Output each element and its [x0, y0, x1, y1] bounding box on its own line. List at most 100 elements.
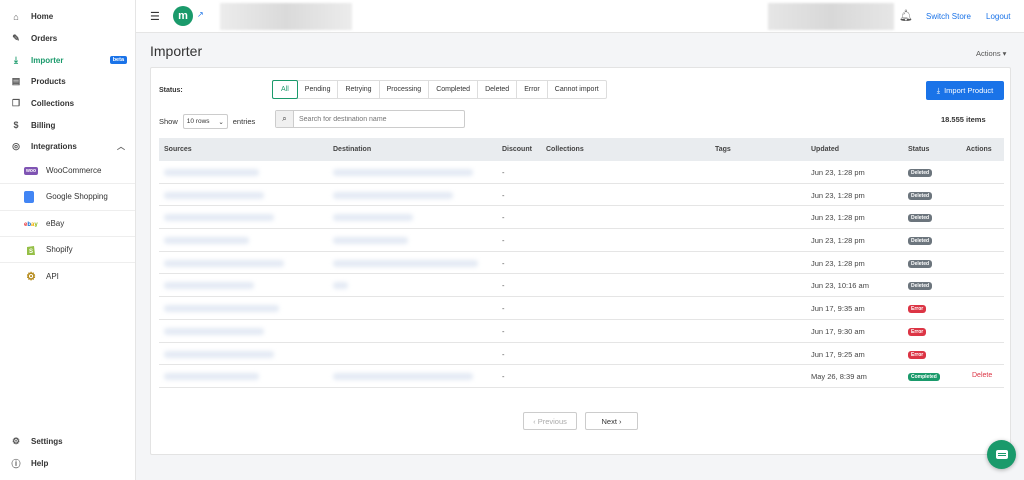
table-row[interactable]: - Jun 23, 1:28 pm Deleted [159, 206, 1004, 230]
col-tags[interactable]: Tags [715, 146, 731, 153]
updated-cell: Jun 23, 1:28 pm [811, 236, 865, 246]
sidebar-item-home[interactable]: ⌂ Home [0, 6, 135, 28]
brand-logo[interactable]: m [173, 6, 193, 26]
sidebar-item-orders[interactable]: ✎ Orders [0, 28, 135, 50]
filter-error[interactable]: Error [517, 81, 548, 98]
source-redacted [164, 350, 274, 358]
sidebar-item-google-shopping[interactable]: Google Shopping [0, 184, 135, 211]
updated-cell: Jun 17, 9:25 am [811, 349, 865, 359]
sidebar-item-shopify[interactable]: S Shopify [0, 237, 135, 264]
status-filter-group: All Pending Retrying Processing Complete… [272, 80, 607, 99]
products-icon: ▤ [11, 76, 21, 87]
table-row[interactable]: - Jun 17, 9:25 am Error [159, 343, 1004, 366]
shopify-logo-icon: S [24, 244, 38, 256]
search-box: ⌕ [275, 110, 465, 128]
rows-per-page-value: 10 rows [186, 118, 210, 125]
discount-cell: - [502, 372, 505, 382]
sidebar-item-settings[interactable]: ⚙ Settings [0, 431, 136, 453]
updated-cell: May 26, 8:39 am [811, 372, 867, 382]
status-badge: Error [908, 305, 927, 314]
source-redacted [164, 282, 254, 290]
sidebar-item-ebay[interactable]: ebay eBay [0, 211, 135, 237]
destination-redacted [333, 237, 408, 245]
discount-cell: - [502, 236, 505, 246]
import-product-button[interactable]: ⤓ Import Product [926, 81, 1004, 100]
col-status[interactable]: Status [908, 146, 929, 153]
table-row[interactable]: - Jun 23, 1:28 pm Deleted [159, 161, 1004, 184]
sidebar-item-label: Home [31, 12, 54, 22]
sidebar-item-importer[interactable]: ⤓ Importer beta [0, 49, 135, 71]
chevron-up-icon[interactable]: ︿ [117, 141, 125, 152]
show-label: Show [159, 117, 178, 126]
filter-processing[interactable]: Processing [380, 81, 430, 98]
bell-icon[interactable]: 🔔︎ [899, 9, 913, 22]
external-link-icon[interactable]: ↗ [197, 10, 204, 19]
col-discount[interactable]: Discount [502, 146, 532, 153]
table-header: Sources Destination Discount Collections… [159, 138, 1004, 161]
sidebar-item-label: Help [31, 459, 49, 469]
destination-redacted [333, 191, 453, 199]
sidebar-item-collections[interactable]: ❒ Collections [0, 93, 135, 115]
ebay-logo-icon: ebay [24, 217, 38, 229]
svg-text:ebay: ebay [24, 222, 38, 227]
chat-button[interactable] [987, 440, 1016, 469]
filter-completed[interactable]: Completed [429, 81, 479, 98]
table-row[interactable]: - Jun 17, 9:30 am Error [159, 320, 1004, 343]
col-collections[interactable]: Collections [546, 146, 584, 153]
source-redacted [164, 214, 274, 222]
discount-cell: - [502, 326, 505, 336]
destination-redacted [333, 169, 473, 176]
discount-cell: - [502, 258, 505, 268]
sidebar-item-label: Orders [31, 34, 58, 44]
previous-button[interactable]: ‹ Previous [523, 412, 577, 430]
logout-link[interactable]: Logout [986, 12, 1010, 21]
sidebar-item-products[interactable]: ▤ Products [0, 71, 135, 93]
rows-per-page-select[interactable]: 10 rows ⌄ [182, 114, 228, 129]
status-badge: Error [908, 327, 927, 336]
edit-icon: ✎ [12, 33, 20, 44]
chevron-down-icon: ⌄ [218, 118, 224, 126]
status-badge: Error [908, 350, 927, 359]
home-icon: ⌂ [13, 11, 19, 22]
filter-all[interactable]: All [272, 80, 298, 99]
col-sources[interactable]: Sources [164, 146, 192, 153]
discount-cell: - [502, 349, 505, 359]
source-redacted [164, 259, 284, 267]
source-redacted [164, 305, 279, 313]
switch-store-link[interactable]: Switch Store [926, 12, 971, 21]
updated-cell: Jun 23, 1:28 pm [811, 258, 865, 268]
search-input[interactable] [294, 115, 462, 123]
table-row[interactable]: - May 26, 8:39 am Completed Delete [159, 365, 1004, 388]
destination-redacted [333, 282, 348, 290]
table-row[interactable]: - Jun 23, 1:28 pm Deleted [159, 229, 1004, 252]
sidebar-item-label: Billing [31, 120, 56, 130]
hamburger-menu-icon[interactable]: ☰ [150, 10, 160, 23]
sidebar-item-api[interactable]: ⚙ API [0, 263, 135, 289]
next-button[interactable]: Next › [585, 412, 638, 430]
actions-dropdown[interactable]: Actions ▾ [976, 49, 1006, 58]
page-title: Importer [150, 43, 203, 59]
search-icon[interactable]: ⌕ [276, 111, 294, 127]
destination-redacted [333, 214, 413, 222]
table-row[interactable]: - Jun 23, 1:28 pm Deleted [159, 184, 1004, 207]
col-destination[interactable]: Destination [333, 146, 371, 153]
table-row[interactable]: - Jun 23, 10:16 am Deleted [159, 274, 1004, 298]
filter-pending[interactable]: Pending [298, 81, 339, 98]
help-icon: ⓘ [11, 459, 21, 470]
filter-deleted[interactable]: Deleted [478, 81, 518, 98]
col-updated[interactable]: Updated [811, 146, 839, 153]
filter-cannot-import[interactable]: Cannot import [548, 81, 606, 98]
destination-redacted [333, 259, 478, 267]
sidebar-item-help[interactable]: ⓘ Help [0, 453, 136, 475]
source-redacted [164, 191, 264, 199]
sidebar-item-billing[interactable]: $ Billing [0, 114, 135, 136]
sidebar-item-integrations[interactable]: ◎ Integrations ︿ [0, 136, 135, 158]
filter-retrying[interactable]: Retrying [338, 81, 380, 98]
status-badge: Deleted [908, 237, 933, 246]
table-row[interactable]: - Jun 23, 1:28 pm Deleted [159, 252, 1004, 275]
sidebar-item-label: Collections [31, 99, 75, 109]
sidebar-item-label: Settings [31, 437, 63, 447]
delete-link[interactable]: Delete [972, 372, 992, 379]
table-row[interactable]: - Jun 17, 9:35 am Error [159, 297, 1004, 320]
sidebar-item-woocommerce[interactable]: woo WooCommerce [0, 158, 135, 185]
